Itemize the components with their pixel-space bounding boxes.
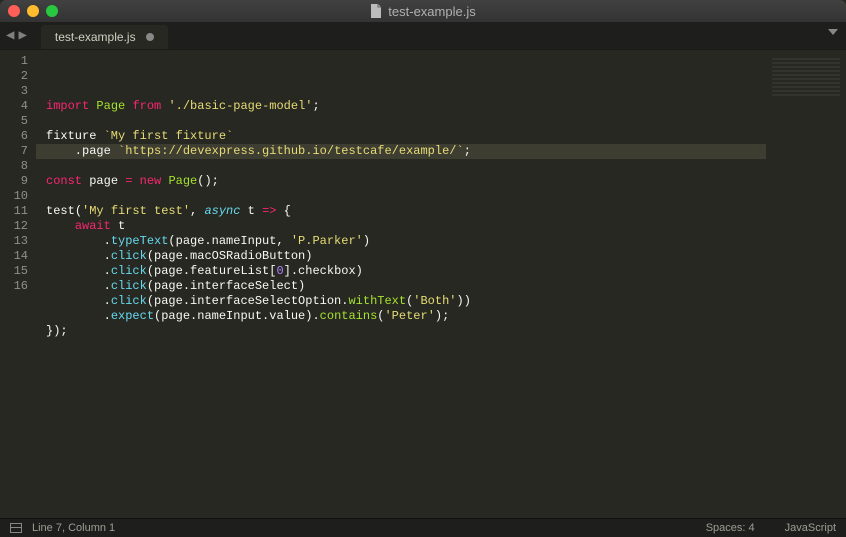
line-number: 12 bbox=[0, 219, 28, 234]
tab-dropdown-button[interactable] bbox=[828, 29, 838, 35]
line-number: 9 bbox=[0, 174, 28, 189]
line-number: 4 bbox=[0, 99, 28, 114]
line-number: 1 bbox=[0, 54, 28, 69]
line-number: 5 bbox=[0, 114, 28, 129]
code-line[interactable]: .click(page.interfaceSelect) bbox=[46, 279, 766, 294]
dirty-indicator-icon bbox=[146, 33, 154, 41]
window-title: test-example.js bbox=[0, 4, 846, 19]
code-line[interactable] bbox=[46, 114, 766, 129]
line-number: 6 bbox=[0, 129, 28, 144]
code-line[interactable]: }); bbox=[46, 324, 766, 339]
code-line[interactable]: .click(page.macOSRadioButton) bbox=[46, 249, 766, 264]
line-number: 8 bbox=[0, 159, 28, 174]
code-line[interactable]: fixture `My first fixture` bbox=[46, 129, 766, 144]
code-line[interactable]: .expect(page.nameInput.value).contains('… bbox=[46, 309, 766, 324]
nav-back-button[interactable]: ◀ bbox=[6, 27, 14, 44]
minimap-preview bbox=[772, 56, 840, 96]
language-mode[interactable]: JavaScript bbox=[785, 522, 836, 534]
zoom-window-button[interactable] bbox=[46, 5, 58, 17]
minimap[interactable] bbox=[766, 50, 846, 518]
close-window-button[interactable] bbox=[8, 5, 20, 17]
code-line[interactable] bbox=[46, 189, 766, 204]
code-line[interactable]: const page = new Page(); bbox=[46, 174, 766, 189]
tab-label: test-example.js bbox=[55, 30, 136, 44]
document-icon bbox=[370, 4, 382, 18]
nav-buttons: ◀ ▶ bbox=[0, 22, 33, 49]
line-number: 10 bbox=[0, 189, 28, 204]
code-line[interactable]: .typeText(page.nameInput, 'P.Parker') bbox=[46, 234, 766, 249]
code-line[interactable]: import Page from './basic-page-model'; bbox=[46, 99, 766, 114]
tab-test-example[interactable]: test-example.js bbox=[41, 25, 168, 49]
code-line[interactable] bbox=[46, 159, 766, 174]
minimize-window-button[interactable] bbox=[27, 5, 39, 17]
code-line[interactable]: .page `https://devexpress.github.io/test… bbox=[46, 144, 766, 159]
line-number: 7 bbox=[0, 144, 28, 159]
code-line[interactable]: .click(page.interfaceSelectOption.withTe… bbox=[46, 294, 766, 309]
line-number: 14 bbox=[0, 249, 28, 264]
line-number: 13 bbox=[0, 234, 28, 249]
window-titlebar: test-example.js bbox=[0, 0, 846, 22]
editor: 12345678910111213141516 import Page from… bbox=[0, 50, 846, 518]
panel-switcher-icon[interactable] bbox=[10, 523, 22, 533]
line-number: 11 bbox=[0, 204, 28, 219]
line-number: 15 bbox=[0, 264, 28, 279]
code-line[interactable]: await t bbox=[46, 219, 766, 234]
code-line[interactable]: .click(page.featureList[0].checkbox) bbox=[46, 264, 766, 279]
tab-bar: ◀ ▶ test-example.js bbox=[0, 22, 846, 50]
nav-forward-button[interactable]: ▶ bbox=[18, 27, 26, 44]
line-number: 2 bbox=[0, 69, 28, 84]
code-area[interactable]: import Page from './basic-page-model'; fi… bbox=[36, 50, 766, 518]
window-title-text: test-example.js bbox=[388, 4, 475, 19]
line-number: 3 bbox=[0, 84, 28, 99]
traffic-lights bbox=[8, 5, 58, 17]
code-line[interactable]: test('My first test', async t => { bbox=[46, 204, 766, 219]
line-number-gutter: 12345678910111213141516 bbox=[0, 50, 36, 518]
status-bar: Line 7, Column 1 Spaces: 4 JavaScript bbox=[0, 518, 846, 537]
line-number: 16 bbox=[0, 279, 28, 294]
indentation-setting[interactable]: Spaces: 4 bbox=[706, 522, 755, 534]
cursor-position[interactable]: Line 7, Column 1 bbox=[32, 522, 115, 534]
